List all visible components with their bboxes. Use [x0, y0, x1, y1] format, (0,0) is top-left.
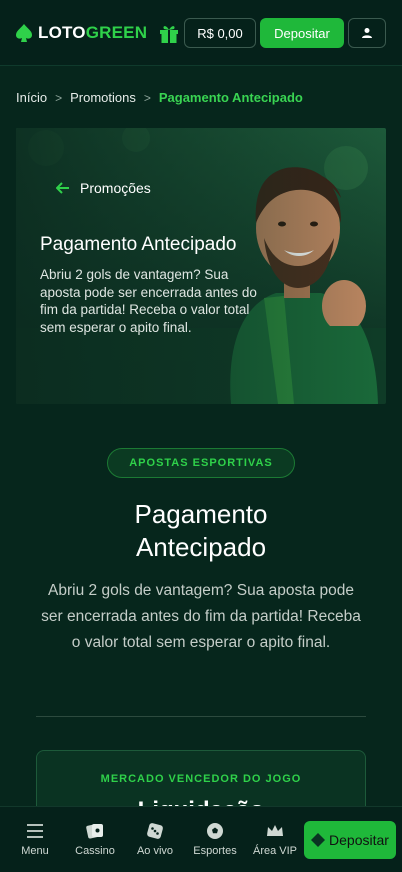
nav-deposit-label: Depositar: [329, 832, 389, 848]
nav-deposit-button[interactable]: Depositar: [304, 821, 396, 859]
bottom-nav: Menu Cassino Ao vivo Esportes Área VIP D…: [0, 806, 402, 872]
back-label: Promoções: [80, 180, 151, 196]
breadcrumb: Início > Promotions > Pagamento Antecipa…: [16, 90, 303, 105]
crown-icon: [267, 825, 283, 836]
logo-text: LOTOGREEN: [38, 22, 148, 42]
nav-menu[interactable]: Menu: [5, 807, 65, 872]
divider: [36, 716, 366, 717]
market-label: MERCADO VENCEDOR DO JOGO: [100, 773, 302, 785]
promo-hero-banner: Promoções Pagamento Antecipado Abriu 2 g…: [16, 128, 386, 404]
soccer-ball-icon: [207, 823, 223, 839]
nav-casino[interactable]: Cassino: [65, 807, 125, 872]
nav-label: Menu: [21, 845, 49, 857]
breadcrumb-separator: >: [143, 90, 151, 105]
breadcrumb-promotions[interactable]: Promotions: [70, 90, 136, 105]
chip-icon: [311, 833, 326, 847]
top-header: LOTOGREEN R$ 0,00 Depositar: [0, 0, 402, 66]
deposit-button[interactable]: Depositar: [260, 18, 344, 48]
nav-label: Ao vivo: [136, 845, 174, 857]
logo[interactable]: LOTOGREEN: [14, 23, 147, 43]
promo-description: Abriu 2 gols de vantagem? Sua aposta pod…: [41, 582, 361, 651]
gift-icon[interactable]: [157, 21, 181, 45]
cards-icon: [86, 824, 103, 839]
nav-label: Esportes: [193, 845, 237, 857]
breadcrumb-current: Pagamento Antecipado: [158, 90, 303, 105]
nav-label: Cassino: [75, 845, 115, 857]
hero-title: Pagamento Antecipado: [40, 234, 237, 255]
nav-live[interactable]: Ao vivo: [125, 807, 185, 872]
hero-description: Abriu 2 gols de vantagem? Sua aposta pod…: [40, 267, 257, 335]
balance-display[interactable]: R$ 0,00: [184, 18, 256, 48]
arrow-left-icon: [56, 182, 69, 194]
back-to-promotions-link[interactable]: Promoções: [56, 180, 151, 196]
dice-icon: [147, 823, 163, 839]
user-icon: [362, 28, 372, 38]
user-menu-button[interactable]: [348, 18, 386, 48]
menu-icon: [27, 824, 43, 838]
nav-label: Área VIP: [252, 845, 298, 857]
page-title: Pagamento Antecipado: [134, 499, 268, 562]
category-badge: APOSTAS ESPORTIVAS: [107, 448, 295, 478]
breadcrumb-home[interactable]: Início: [16, 90, 47, 105]
nav-vip[interactable]: Área VIP: [245, 807, 305, 872]
nav-sports[interactable]: Esportes: [185, 807, 245, 872]
breadcrumb-separator: >: [55, 90, 63, 105]
spade-icon: [16, 23, 32, 42]
